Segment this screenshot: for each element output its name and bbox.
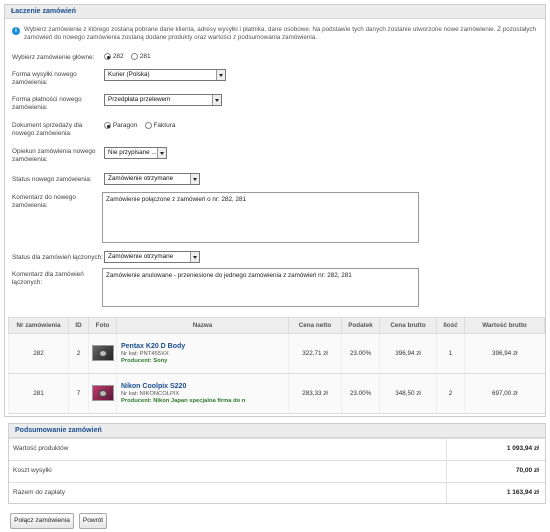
product-producer: Producent: Nikon Japan specjalna firma d… xyxy=(121,398,246,404)
radio-faktura[interactable] xyxy=(144,122,152,129)
row-net-price: 283,33 zł xyxy=(288,373,342,414)
document-label: Dokument sprzedaży dla nowego zamówienia… xyxy=(12,122,83,137)
payment-label: Forma płatności nowego zamówienia: xyxy=(12,96,82,111)
chevron-down-icon xyxy=(190,252,199,262)
radio-order-282-label: 282 xyxy=(112,53,124,60)
caretaker-value: Nie przypisane ... xyxy=(108,149,157,156)
merge-orders-button[interactable]: Połącz zamówienia xyxy=(10,513,74,529)
row-name-cell: Pentax K20 D Body Nr kat: PNT455XX Produ… xyxy=(116,333,289,374)
status-merged-value: Zamówienie otrzymane xyxy=(108,253,174,260)
info-message: i Wybierz zamówienie z którego zostaną p… xyxy=(12,26,542,42)
panel-title: Łaczenie zamówień xyxy=(5,5,545,19)
comment-new-label: Komentarz do nowego zamówienia: xyxy=(12,194,76,209)
table-row: 282 2 Pentax K20 D Body Nr kat: PNT455XX… xyxy=(8,333,545,374)
back-button[interactable]: Powrót xyxy=(79,513,107,529)
summary-title: Podsumowanie zamówień xyxy=(9,424,545,438)
summary-total-value: 1 163,94 zł xyxy=(506,489,539,496)
main-order-radio-group: 282 281 xyxy=(104,53,151,60)
row-tax: 23.00% xyxy=(341,373,380,414)
shipping-label: Forma wysyłki nowego zamówienia: xyxy=(12,71,77,86)
shipping-value: Kurier (Polska) xyxy=(108,71,150,78)
info-icon: i xyxy=(12,27,20,35)
table-row: 281 7 Nikon Coolpix S220 Nr kat: NIKONCO… xyxy=(8,373,545,414)
product-name-link[interactable]: Nikon Coolpix S220 xyxy=(121,383,288,390)
row-gross-price: 348,50 zł xyxy=(379,373,437,414)
camera-thumbnail xyxy=(91,384,114,401)
row-net-price: 322,71 zł xyxy=(288,333,342,374)
col-tax: Podatek xyxy=(341,317,380,334)
summary-shipping-value: 70,00 zł xyxy=(515,467,539,474)
status-new-select[interactable]: Zamówienie otrzymane xyxy=(104,173,200,185)
radio-paragon-label: Paragon xyxy=(112,122,138,129)
product-sku: Nr kat: PNT455XX xyxy=(121,351,169,357)
summary-total-label: Razem do zapłaty xyxy=(13,489,66,496)
chevron-down-icon xyxy=(190,174,199,184)
radio-order-281-label: 281 xyxy=(139,53,151,60)
table-header-row: Nr zamówienia ID Foto Nazwa Cena netto P… xyxy=(8,317,545,334)
product-photo xyxy=(88,373,117,414)
product-producer: Producent: Sony xyxy=(121,358,168,364)
summary-products-value: 1 093,94 zł xyxy=(506,445,539,452)
row-id: 2 xyxy=(68,333,89,374)
main-order-label: Wybierz zamówienie główne: xyxy=(12,54,95,61)
caretaker-select[interactable]: Nie przypisane ... xyxy=(104,147,167,159)
row-order-number: 281 xyxy=(8,373,69,414)
chevron-down-icon xyxy=(212,95,221,105)
status-new-value: Zamówienie otrzymane xyxy=(108,175,174,182)
product-name-link[interactable]: Pentax K20 D Body xyxy=(121,343,288,350)
row-id: 7 xyxy=(68,373,89,414)
summary-products-label: Wartość produktów xyxy=(13,445,69,452)
chevron-down-icon xyxy=(157,148,166,158)
summary-shipping-label: Koszt wysyłki xyxy=(13,467,52,474)
col-gross-total: Wartość brutto xyxy=(464,317,545,334)
shipping-select[interactable]: Kurier (Polska) xyxy=(104,69,226,81)
row-gross-total: 697,00 zł xyxy=(464,373,545,414)
caretaker-label: Opiekun zamówienia nowego zamówienia: xyxy=(12,148,96,163)
product-photo xyxy=(88,333,117,374)
document-radio-group: Paragon Faktura xyxy=(104,122,175,129)
payment-select[interactable]: Przedpłata przelewem xyxy=(104,94,222,106)
status-new-label: Status nowego zamówienia: xyxy=(12,176,92,183)
row-name-cell: Nikon Coolpix S220 Nr kat: NIKONCOLPIX P… xyxy=(116,373,289,414)
radio-paragon[interactable] xyxy=(104,122,111,129)
row-gross-total: 396,94 zł xyxy=(464,333,545,374)
status-merged-label: Status dla zamówień łączonych: xyxy=(12,254,103,261)
radio-faktura-label: Faktura xyxy=(153,122,176,129)
product-sku: Nr kat: NIKONCOLPIX xyxy=(121,391,180,397)
row-tax: 23.00% xyxy=(341,333,380,374)
row-quantity: 1 xyxy=(436,333,465,374)
row-gross-price: 396,94 zł xyxy=(379,333,437,374)
col-photo: Foto xyxy=(88,317,117,334)
chevron-down-icon xyxy=(216,70,225,80)
col-id: ID xyxy=(68,317,89,334)
comment-merged-label: Komentarz dla zamówień łączonych: xyxy=(12,271,84,286)
col-quantity: Ilość xyxy=(436,317,465,334)
row-order-number: 282 xyxy=(8,333,69,374)
summary-shipping-row: Koszt wysyłki 70,00 zł xyxy=(9,460,545,481)
orders-products-table: Nr zamówienia ID Foto Nazwa Cena netto P… xyxy=(8,317,545,414)
info-text: Wybierz zamówienie z którego zostaną pob… xyxy=(24,26,537,41)
col-order-number: Nr zamówienia xyxy=(8,317,69,334)
payment-value: Przedpłata przelewem xyxy=(108,96,171,103)
camera-thumbnail xyxy=(91,344,114,361)
status-merged-select[interactable]: Zamówienie otrzymane xyxy=(104,251,200,263)
comment-merged-textarea[interactable]: Zamówienie anulowane - przeniesione do j… xyxy=(102,268,419,307)
col-gross-price: Cena brutto xyxy=(379,317,437,334)
summary-total-row: Razem do zapłaty 1 163,94 zł xyxy=(9,482,545,503)
comment-new-textarea[interactable]: Zamówienie połączone z zamówień o nr: 28… xyxy=(102,192,419,243)
summary-products-row: Wartość produktów 1 093,94 zł xyxy=(9,438,545,459)
row-quantity: 2 xyxy=(436,373,465,414)
radio-order-281[interactable] xyxy=(130,53,138,60)
col-name: Nazwa xyxy=(116,317,289,334)
radio-order-282[interactable] xyxy=(104,53,111,60)
col-net-price: Cena netto xyxy=(288,317,342,334)
